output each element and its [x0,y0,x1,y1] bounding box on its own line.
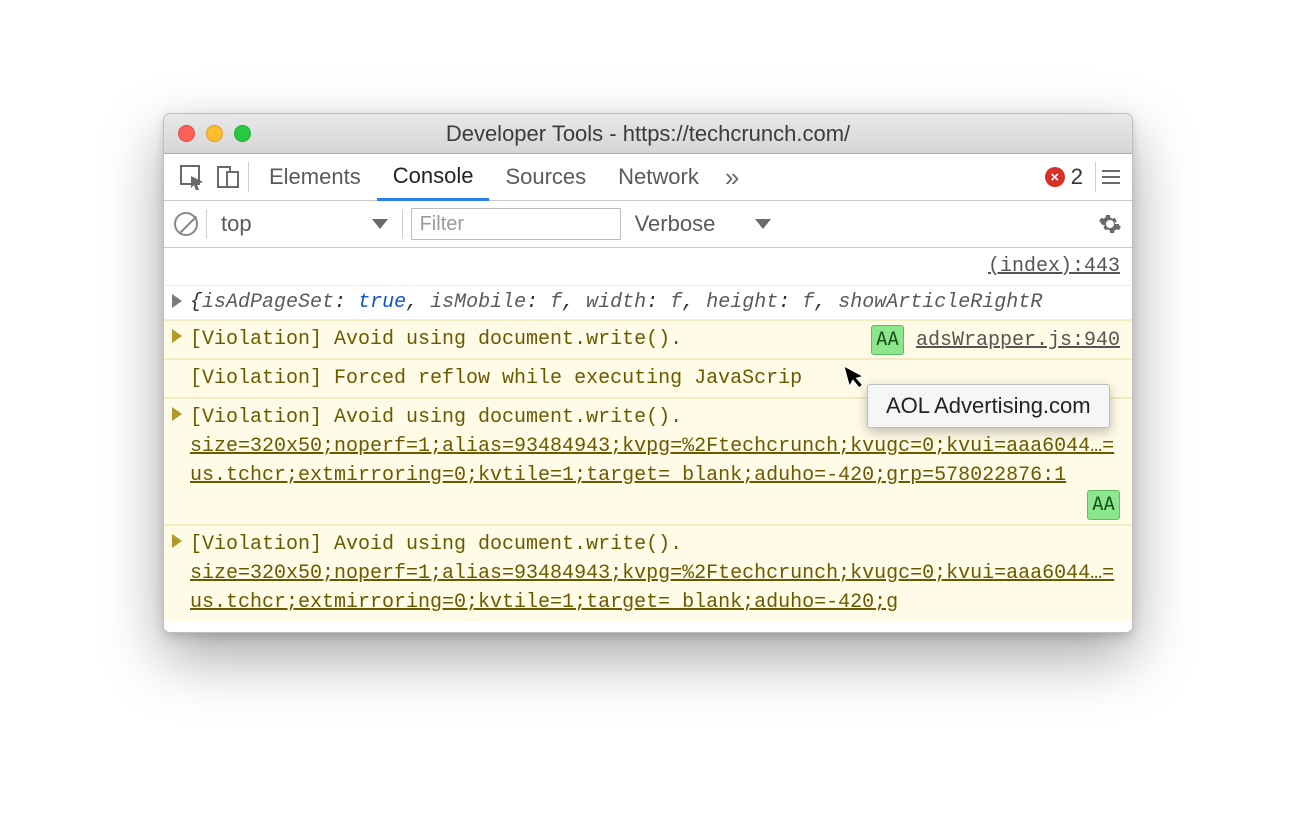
close-window-button[interactable] [178,125,195,142]
separator [402,209,403,239]
violation-message: [Violation] Avoid using document.write()… [190,328,682,351]
source-link[interactable]: (index):443 [190,252,1120,281]
expand-toggle-icon[interactable] [172,329,182,343]
level-label: Verbose [635,211,716,237]
console-toolbar: top Verbose [164,201,1132,248]
console-row-violation: AA adsWrapper.js:940 [Violation] Avoid u… [164,320,1132,359]
violation-message: [Violation] Avoid using document.write()… [190,406,682,429]
chevron-down-icon [755,219,771,229]
badge-tooltip: AOL Advertising.com [867,384,1110,428]
window-title: Developer Tools - https://techcrunch.com… [164,121,1132,147]
third-party-badge[interactable]: AA [871,325,904,355]
tab-elements[interactable]: Elements [253,154,377,200]
console-row-source: (index):443 [164,248,1132,286]
filter-input[interactable] [411,208,621,240]
minimize-window-button[interactable] [206,125,223,142]
console-settings-icon[interactable] [1098,212,1122,236]
devtools-window: Developer Tools - https://techcrunch.com… [163,113,1133,633]
separator [1095,162,1096,192]
tab-console[interactable]: Console [377,155,490,201]
clear-console-icon[interactable] [174,212,198,236]
tooltip-text: AOL Advertising.com [886,393,1091,418]
window-controls [164,125,251,142]
overflow-tabs-button[interactable]: » [715,162,749,193]
zoom-window-button[interactable] [234,125,251,142]
chevron-down-icon [372,219,388,229]
console-row-object: {isAdPageSet: true, isMobile: f, width: … [164,286,1132,320]
console-row-violation: [Violation] Avoid using document.write()… [164,525,1132,621]
context-label: top [221,211,252,237]
request-url[interactable]: size=320x50;noperf=1;alias=93484943;kvpg… [190,435,1114,487]
error-count: 2 [1071,164,1083,190]
expand-toggle-icon[interactable] [172,407,182,421]
panel-tabbar: Elements Console Sources Network » × 2 [164,154,1132,201]
titlebar: Developer Tools - https://techcrunch.com… [164,114,1132,154]
devtools-menu-icon[interactable] [1102,170,1120,184]
error-counter[interactable]: × 2 [1045,164,1089,190]
device-toolbar-icon[interactable] [210,159,246,195]
expand-toggle-icon[interactable] [172,534,182,548]
tab-sources[interactable]: Sources [489,154,602,200]
separator [248,162,249,192]
inspect-element-icon[interactable] [174,159,210,195]
source-link[interactable]: adsWrapper.js:940 [916,329,1120,352]
expand-toggle-icon[interactable] [172,294,182,308]
violation-message: [Violation] Forced reflow while executin… [190,367,802,390]
console-output[interactable]: (index):443 {isAdPageSet: true, isMobile… [164,248,1132,632]
separator [206,209,207,239]
execution-context-selector[interactable]: top [215,211,394,237]
violation-message: [Violation] Avoid using document.write()… [190,533,682,556]
log-level-selector[interactable]: Verbose [629,211,778,237]
tab-network[interactable]: Network [602,154,715,200]
error-icon: × [1045,167,1065,187]
logged-object[interactable]: {isAdPageSet: true, isMobile: f, width: … [190,291,1042,314]
request-url[interactable]: size=320x50;noperf=1;alias=93484943;kvpg… [190,562,1114,614]
third-party-badge[interactable]: AA [1087,490,1120,520]
